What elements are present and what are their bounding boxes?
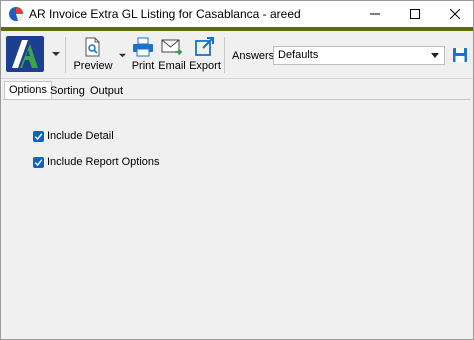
ar-logo-icon[interactable]: [6, 36, 44, 72]
include-detail-option[interactable]: Include Detail: [33, 130, 114, 142]
close-icon: [450, 9, 460, 19]
options-panel: Include Detail Include Report Options: [3, 99, 471, 338]
tab-options[interactable]: Options: [4, 81, 52, 100]
export-icon: [195, 37, 214, 56]
include-report-options-checkbox[interactable]: [33, 156, 44, 168]
save-icon[interactable]: [452, 47, 468, 63]
tab-sorting[interactable]: Sorting: [46, 83, 89, 100]
checkmark-icon: [34, 158, 43, 166]
preview-button[interactable]: Preview: [73, 37, 113, 75]
maximize-icon: [410, 9, 420, 19]
toolbar-separator: [65, 37, 66, 73]
export-button[interactable]: Export: [189, 37, 221, 75]
preview-label: Preview: [73, 60, 113, 72]
maximize-button[interactable]: [397, 1, 433, 27]
answers-select[interactable]: Defaults: [273, 46, 445, 65]
app-pie-icon: [9, 7, 23, 21]
tab-strip: Options Sorting Output: [1, 81, 473, 100]
answers-label: Answers:: [232, 50, 278, 62]
report-window: AR Invoice Extra GL Listing for Casablan…: [0, 0, 474, 340]
email-label: Email: [158, 60, 186, 72]
preview-dropdown-icon[interactable]: [118, 51, 127, 60]
checkmark-icon: [34, 132, 43, 140]
minimize-button[interactable]: [357, 1, 393, 27]
tab-output[interactable]: Output: [86, 83, 127, 100]
title-bar: AR Invoice Extra GL Listing for Casablan…: [1, 1, 473, 27]
print-label: Print: [131, 60, 155, 72]
chevron-down-icon: [431, 53, 439, 58]
export-label: Export: [189, 60, 221, 72]
printer-icon: [133, 37, 153, 57]
close-button[interactable]: [437, 1, 473, 27]
include-report-options-label: Include Report Options: [47, 156, 160, 168]
include-detail-checkbox[interactable]: [33, 130, 44, 142]
preview-icon: [85, 37, 100, 57]
window-title: AR Invoice Extra GL Listing for Casablan…: [29, 7, 301, 21]
chevron-down-icon[interactable]: [51, 49, 61, 59]
email-button[interactable]: Email: [158, 37, 186, 75]
email-icon: [161, 39, 183, 56]
print-button[interactable]: Print: [129, 37, 157, 75]
include-detail-label: Include Detail: [47, 130, 114, 142]
answers-value: Defaults: [278, 49, 319, 61]
include-report-options-option[interactable]: Include Report Options: [33, 156, 160, 168]
minimize-icon: [370, 13, 380, 15]
toolbar: Preview Print Email Export Answers: Defa…: [1, 31, 473, 79]
toolbar-separator: [224, 37, 225, 73]
